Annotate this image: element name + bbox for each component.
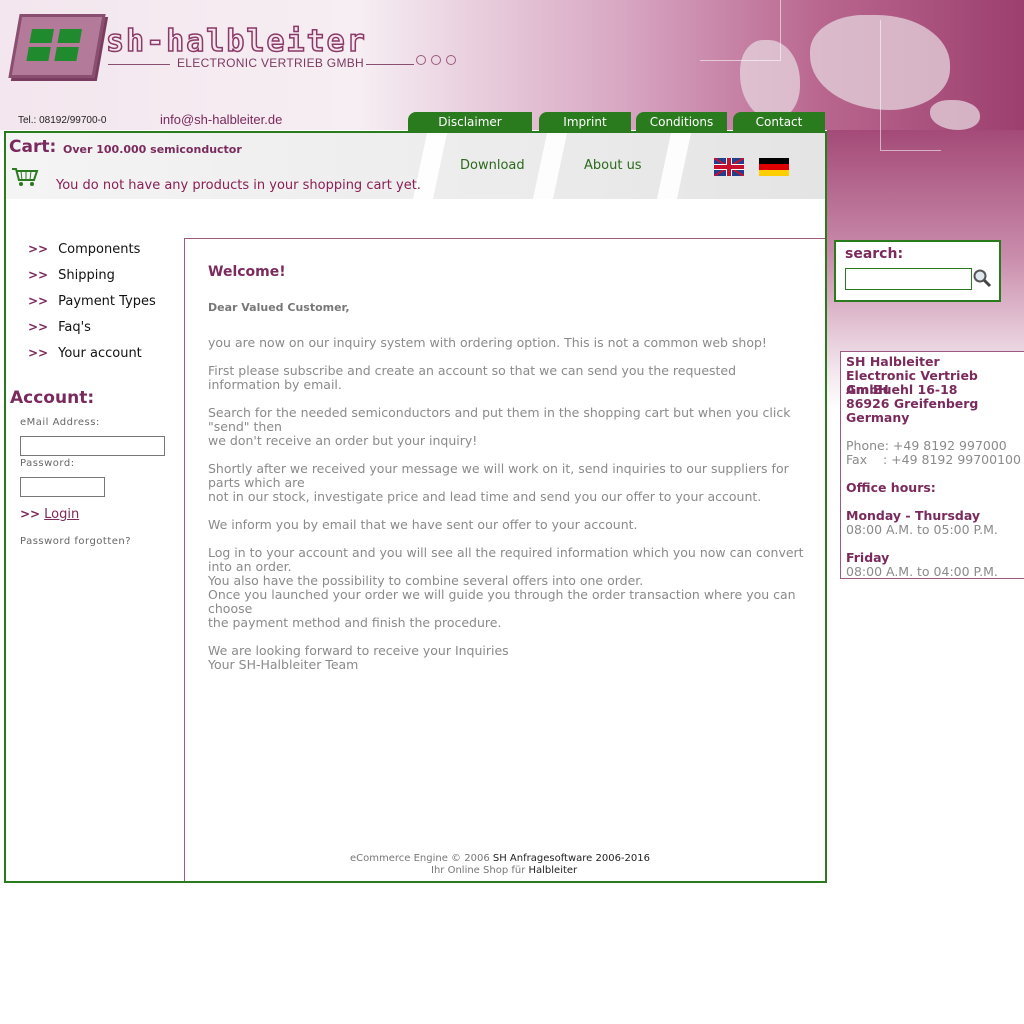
footer-shop: Ihr Online Shop für Halbleiter (431, 865, 577, 876)
account-title: Account: (10, 388, 95, 408)
footer-text: eCommerce Engine © 2006 (350, 853, 490, 864)
paragraph: Search for the needed semiconductors and… (208, 405, 791, 434)
office-hours: 08:00 A.M. to 05:00 P.M. (846, 522, 998, 537)
paragraph: Your SH-Halbleiter Team (208, 657, 359, 672)
logo-text: sh-halbleiter (105, 23, 367, 60)
login-link[interactable]: >> Login (20, 507, 79, 522)
email-link[interactable]: info@sh-halbleiter.de (160, 112, 282, 127)
address-line: Am Buehl 16-18 (846, 382, 958, 397)
menu-item-faq[interactable]: >> Faq's (28, 320, 91, 335)
paragraph: Once you launched your order we will gui… (208, 587, 796, 616)
paragraph: We inform you by email that we have sent… (208, 517, 638, 532)
paragraph: the payment method and finish the proced… (208, 615, 502, 630)
circuit-graphic (880, 20, 941, 151)
double-chevron-icon: >> (28, 294, 49, 308)
double-chevron-icon: >> (28, 346, 49, 360)
contact-fax: Fax : +49 8192 99700100 (846, 452, 1021, 467)
logo-dot (446, 55, 456, 65)
logo-divider (108, 64, 170, 65)
office-days: Monday - Thursday (846, 508, 981, 523)
cart-empty-message: You do not have any products in your sho… (56, 178, 421, 193)
email-field[interactable] (20, 436, 165, 456)
tab-imprint[interactable]: Imprint (539, 112, 631, 131)
cart-label: Cart: (9, 137, 57, 157)
paragraph: not in our stock, investigate price and … (208, 489, 762, 504)
logo-subtitle: ELECTRONIC VERTRIEB GMBH (177, 56, 365, 70)
paragraph: You also have the possibility to combine… (208, 573, 644, 588)
german-flag-icon[interactable] (759, 158, 789, 176)
address-line: Germany (846, 410, 910, 425)
logo-divider (366, 64, 414, 65)
password-forgotten-link[interactable]: Password forgotten? (20, 536, 131, 547)
paragraph: First please subscribe and create an acc… (208, 363, 737, 392)
paragraph: you are now on our inquiry system with o… (208, 335, 767, 350)
phone-number: Tel.: 08192/99700-0 (18, 115, 107, 126)
paragraph: Shortly after we received your message w… (208, 461, 789, 490)
download-link[interactable]: Download (460, 158, 525, 173)
search-input[interactable] (845, 268, 972, 290)
page-title: Welcome! (208, 264, 286, 280)
double-chevron-icon: >> (28, 242, 49, 256)
footer-engine: eCommerce Engine © 2006 SH Anfragesoftwa… (350, 853, 650, 864)
paragraph: We are looking forward to receive your I… (208, 643, 509, 658)
menu-item-label: Shipping (58, 268, 115, 283)
double-chevron-icon: >> (20, 507, 41, 521)
email-label: eMail Address: (20, 417, 100, 428)
circuit-graphic (700, 0, 781, 61)
logo-dot (431, 55, 441, 65)
menu-item-components[interactable]: >> Components (28, 242, 140, 257)
search-icon[interactable] (972, 268, 992, 288)
shopping-cart-icon[interactable] (11, 166, 39, 188)
footer-link[interactable]: Halbleiter (529, 865, 578, 876)
password-field[interactable] (20, 477, 105, 497)
menu-item-payment-types[interactable]: >> Payment Types (28, 294, 156, 309)
logo-icon (8, 14, 106, 78)
login-label: Login (44, 507, 80, 522)
paragraph: we don't receive an order but your inqui… (208, 433, 478, 448)
tab-conditions[interactable]: Conditions (636, 112, 727, 131)
tab-disclaimer[interactable]: Disclaimer (408, 112, 532, 131)
footer-link[interactable]: SH Anfragesoftware 2006-2016 (493, 853, 650, 864)
password-label: Password: (20, 458, 75, 469)
paragraph: Log in to your account and you will see … (208, 545, 804, 574)
greeting: Dear Valued Customer, (208, 301, 350, 314)
menu-item-label: Components (58, 242, 141, 257)
menu-item-label: Faq's (58, 320, 91, 335)
office-hours-title: Office hours: (846, 480, 936, 495)
search-label: search: (845, 246, 904, 262)
contact-phone: Phone: +49 8192 997000 (846, 438, 1007, 453)
menu-item-your-account[interactable]: >> Your account (28, 346, 142, 361)
tab-contact[interactable]: Contact (733, 112, 825, 131)
cart-tagline: Over 100.000 semiconductor (63, 143, 242, 156)
double-chevron-icon: >> (28, 320, 49, 334)
uk-flag-icon[interactable] (714, 158, 744, 176)
menu-item-label: Payment Types (58, 294, 156, 309)
footer-text: Ihr Online Shop für (431, 865, 526, 876)
office-days: Friday (846, 550, 890, 565)
double-chevron-icon: >> (28, 268, 49, 282)
menu-item-label: Your account (58, 346, 142, 361)
about-us-link[interactable]: About us (584, 158, 642, 173)
menu-item-shipping[interactable]: >> Shipping (28, 268, 115, 283)
address-line: 86926 Greifenberg (846, 396, 979, 411)
address-line: SH Halbleiter (846, 354, 940, 369)
logo-dot (416, 55, 426, 65)
office-hours: 08:00 A.M. to 04:00 P.M. (846, 564, 998, 579)
